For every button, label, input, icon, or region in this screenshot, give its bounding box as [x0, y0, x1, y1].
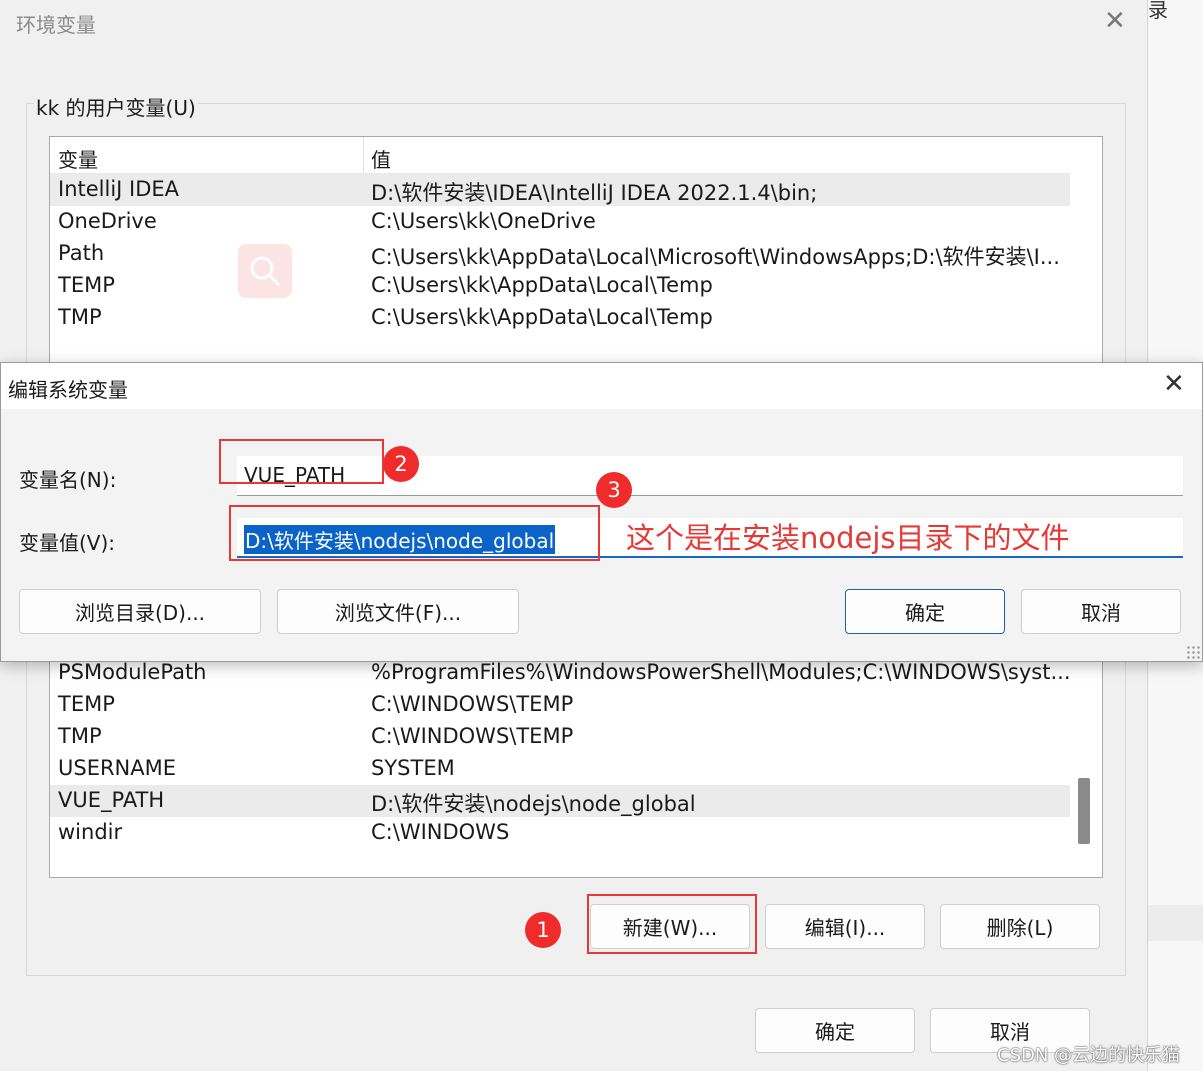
resize-grip[interactable] [1186, 645, 1200, 659]
variable-value: C:\Users\kk\OneDrive [371, 209, 596, 233]
variable-value: C:\WINDOWS\TEMP [371, 692, 574, 716]
dialog-cancel-button[interactable]: 取消 [1021, 589, 1181, 634]
variable-name: windir [58, 820, 123, 844]
variable-value: C:\WINDOWS [371, 820, 510, 844]
column-header-value[interactable]: 值 [371, 144, 391, 173]
table-row[interactable]: IntelliJ IDEA D:\软件安装\IDEA\IntelliJ IDEA… [50, 174, 1070, 206]
window-title: 环境变量 [16, 13, 96, 37]
step-badge-1: 1 [525, 912, 561, 948]
highlight-box-name [219, 439, 384, 484]
variable-name: PSModulePath [58, 660, 207, 684]
ok-button[interactable]: 确定 [755, 1008, 915, 1053]
variable-name: TMP [58, 305, 102, 329]
dialog-title: 编辑系统变量 [8, 378, 128, 402]
variable-name: VUE_PATH [58, 788, 165, 812]
delete-button[interactable]: 删除(L) [940, 904, 1100, 949]
user-variables-list[interactable]: 变量 值 IntelliJ IDEA D:\软件安装\IDEA\IntelliJ… [49, 136, 1103, 368]
close-icon[interactable]: ✕ [1163, 369, 1185, 399]
variable-name: TMP [58, 724, 102, 748]
column-divider[interactable] [363, 137, 364, 173]
variable-name: TEMP [58, 692, 115, 716]
browse-file-button[interactable]: 浏览文件(F)... [277, 589, 519, 634]
edit-button[interactable]: 编辑(I)... [765, 904, 925, 949]
variable-name: OneDrive [58, 209, 157, 233]
table-row[interactable]: TMP C:\WINDOWS\TEMP [50, 721, 1070, 753]
highlight-box-value [229, 505, 600, 561]
variable-value: SYSTEM [371, 756, 455, 780]
list-header: 变量 值 [50, 137, 1070, 174]
variable-value: D:\软件安装\IDEA\IntelliJ IDEA 2022.1.4\bin; [371, 181, 818, 205]
table-row[interactable]: TEMP C:\WINDOWS\TEMP [50, 689, 1070, 721]
variable-name: TEMP [58, 273, 115, 297]
table-row[interactable]: OneDrive C:\Users\kk\OneDrive [50, 206, 1070, 238]
variable-value: C:\Users\kk\AppData\Local\Temp [371, 305, 713, 329]
column-header-name[interactable]: 变量 [58, 144, 98, 173]
variable-value: %ProgramFiles%\WindowsPowerShell\Modules… [371, 660, 1071, 684]
dialog-ok-button[interactable]: 确定 [845, 589, 1005, 634]
table-row[interactable]: windir C:\WINDOWS [50, 817, 1070, 849]
highlight-box-new [587, 894, 757, 954]
scrollbar-thumb[interactable] [1078, 778, 1090, 844]
table-row[interactable]: TMP C:\Users\kk\AppData\Local\Temp [50, 302, 1070, 334]
system-variables-list[interactable]: PSModulePath %ProgramFiles%\WindowsPower… [49, 650, 1103, 878]
variable-name: USERNAME [58, 756, 177, 780]
user-variables-label: kk 的用户变量(U) [34, 92, 198, 121]
browse-directory-button[interactable]: 浏览目录(D)... [19, 589, 261, 634]
table-row[interactable]: Path C:\Users\kk\AppData\Local\Microsoft… [50, 238, 1070, 270]
step-badge-2: 2 [383, 446, 419, 482]
variable-value: D:\软件安装\nodejs\node_global [371, 792, 696, 816]
table-row[interactable]: TEMP C:\Users\kk\AppData\Local\Temp [50, 270, 1070, 302]
variable-value: C:\WINDOWS\TEMP [371, 724, 574, 748]
variable-value-label: 变量值(V): [19, 531, 116, 555]
variable-name: Path [58, 241, 105, 265]
dialog-titlebar: 编辑系统变量 ✕ [1, 363, 1202, 409]
annotation-note: 这个是在安装nodejs目录下的文件 [626, 521, 1070, 555]
close-icon[interactable]: ✕ [1104, 6, 1126, 36]
variable-name: IntelliJ IDEA [58, 177, 180, 201]
edit-system-variable-dialog: 编辑系统变量 ✕ 变量名(N): VUE_PATH 变量值(V): D:\软件安… [0, 362, 1203, 662]
watermark-text: CSDN @云边的快乐猫 [997, 1045, 1181, 1066]
step-badge-3: 3 [596, 472, 632, 508]
variable-value: C:\Users\kk\AppData\Local\Microsoft\Wind… [371, 245, 1060, 269]
table-row[interactable]: USERNAME SYSTEM [50, 753, 1070, 785]
background-band [1148, 905, 1203, 941]
variable-value: C:\Users\kk\AppData\Local\Temp [371, 273, 713, 297]
search-icon [238, 244, 292, 298]
background-text-fragment: 录 [1148, 0, 1168, 22]
table-row[interactable]: VUE_PATH D:\软件安装\nodejs\node_global [50, 785, 1070, 817]
variable-name-label: 变量名(N): [19, 468, 117, 492]
